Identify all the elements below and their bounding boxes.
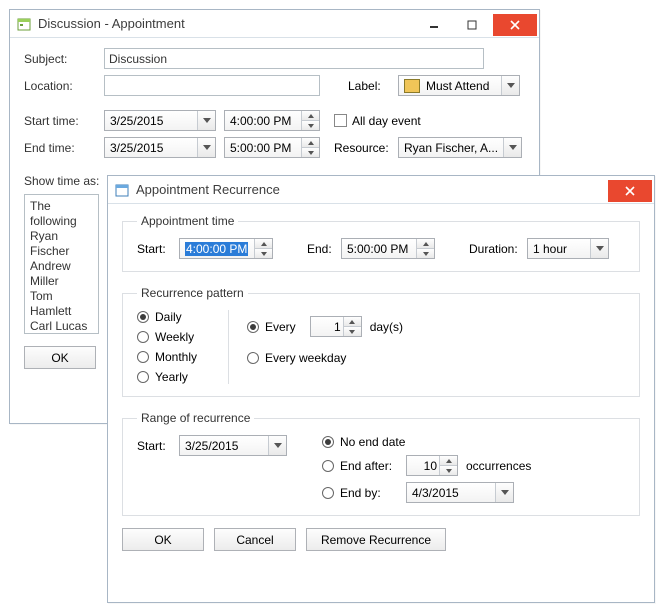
appointment-time-group: Appointment time Start: 4:00:00 PM End: … bbox=[122, 214, 640, 272]
end-date-picker[interactable]: 3/25/2015 bbox=[104, 137, 216, 158]
end-time-label: End time: bbox=[24, 141, 104, 155]
label-color-swatch bbox=[404, 79, 420, 93]
memo-area[interactable]: The following Ryan Fischer Andrew Miller… bbox=[24, 194, 99, 334]
duration-dropdown[interactable]: 1 hour bbox=[527, 238, 609, 259]
end-time-spinner[interactable]: 5:00:00 PM bbox=[224, 137, 320, 158]
start-time-spinner[interactable]: 4:00:00 PM bbox=[224, 110, 320, 131]
location-input[interactable] bbox=[104, 75, 320, 96]
cancel-button[interactable]: Cancel bbox=[214, 528, 296, 551]
titlebar: Appointment Recurrence bbox=[108, 176, 654, 204]
radio-no-end[interactable] bbox=[322, 436, 334, 448]
label-value: Must Attend bbox=[426, 79, 489, 93]
range-of-recurrence-group: Range of recurrence Start: 3/25/2015 No … bbox=[122, 411, 640, 516]
every-n-spinner[interactable]: 1 bbox=[310, 316, 362, 337]
subject-label: Subject: bbox=[24, 52, 104, 66]
radio-every-weekday[interactable] bbox=[247, 352, 259, 364]
label-dropdown[interactable]: Must Attend bbox=[398, 75, 520, 96]
close-button[interactable] bbox=[608, 180, 652, 202]
titlebar: Discussion - Appointment bbox=[10, 10, 539, 38]
remove-recurrence-button[interactable]: Remove Recurrence bbox=[306, 528, 446, 551]
window-title: Appointment Recurrence bbox=[136, 182, 606, 197]
end-label: End: bbox=[307, 242, 341, 256]
ok-button[interactable]: OK bbox=[24, 346, 96, 369]
start-label: Start: bbox=[137, 242, 179, 256]
recurrence-window: Appointment Recurrence Appointment time … bbox=[107, 175, 655, 603]
show-as-label: Show time as: bbox=[24, 174, 104, 188]
end-by-date-picker[interactable]: 4/3/2015 bbox=[406, 482, 514, 503]
all-day-label: All day event bbox=[352, 114, 421, 128]
radio-monthly[interactable] bbox=[137, 351, 149, 363]
form-area: Appointment time Start: 4:00:00 PM End: … bbox=[108, 204, 654, 563]
radio-end-by[interactable] bbox=[322, 487, 334, 499]
ok-button[interactable]: OK bbox=[122, 528, 204, 551]
location-label: Location: bbox=[24, 79, 104, 93]
range-start-label: Start: bbox=[137, 439, 179, 453]
radio-yearly[interactable] bbox=[137, 371, 149, 383]
subject-input[interactable] bbox=[104, 48, 484, 69]
radio-end-after[interactable] bbox=[322, 460, 334, 472]
start-time-label: Start time: bbox=[24, 114, 104, 128]
radio-daily[interactable] bbox=[137, 311, 149, 323]
resource-label: Resource: bbox=[334, 141, 398, 155]
recurrence-pattern-group: Recurrence pattern Daily Weekly Monthly … bbox=[122, 286, 640, 397]
resource-dropdown[interactable]: Ryan Fischer, A... bbox=[398, 137, 522, 158]
radio-weekly[interactable] bbox=[137, 331, 149, 343]
minimize-button[interactable] bbox=[417, 14, 451, 36]
recurrence-icon bbox=[114, 182, 130, 198]
duration-label: Duration: bbox=[469, 242, 527, 256]
all-day-checkbox[interactable] bbox=[334, 114, 347, 127]
recur-start-time-spinner[interactable]: 4:00:00 PM bbox=[179, 238, 273, 259]
start-date-picker[interactable]: 3/25/2015 bbox=[104, 110, 216, 131]
recur-end-time-spinner[interactable]: 5:00:00 PM bbox=[341, 238, 435, 259]
calendar-icon bbox=[16, 16, 32, 32]
maximize-button[interactable] bbox=[455, 14, 489, 36]
window-title: Discussion - Appointment bbox=[38, 16, 415, 31]
range-start-date-picker[interactable]: 3/25/2015 bbox=[179, 435, 287, 456]
end-after-spinner[interactable]: 10 bbox=[406, 455, 458, 476]
radio-every-n[interactable] bbox=[247, 321, 259, 333]
label-label: Label: bbox=[348, 79, 398, 93]
close-button[interactable] bbox=[493, 14, 537, 36]
